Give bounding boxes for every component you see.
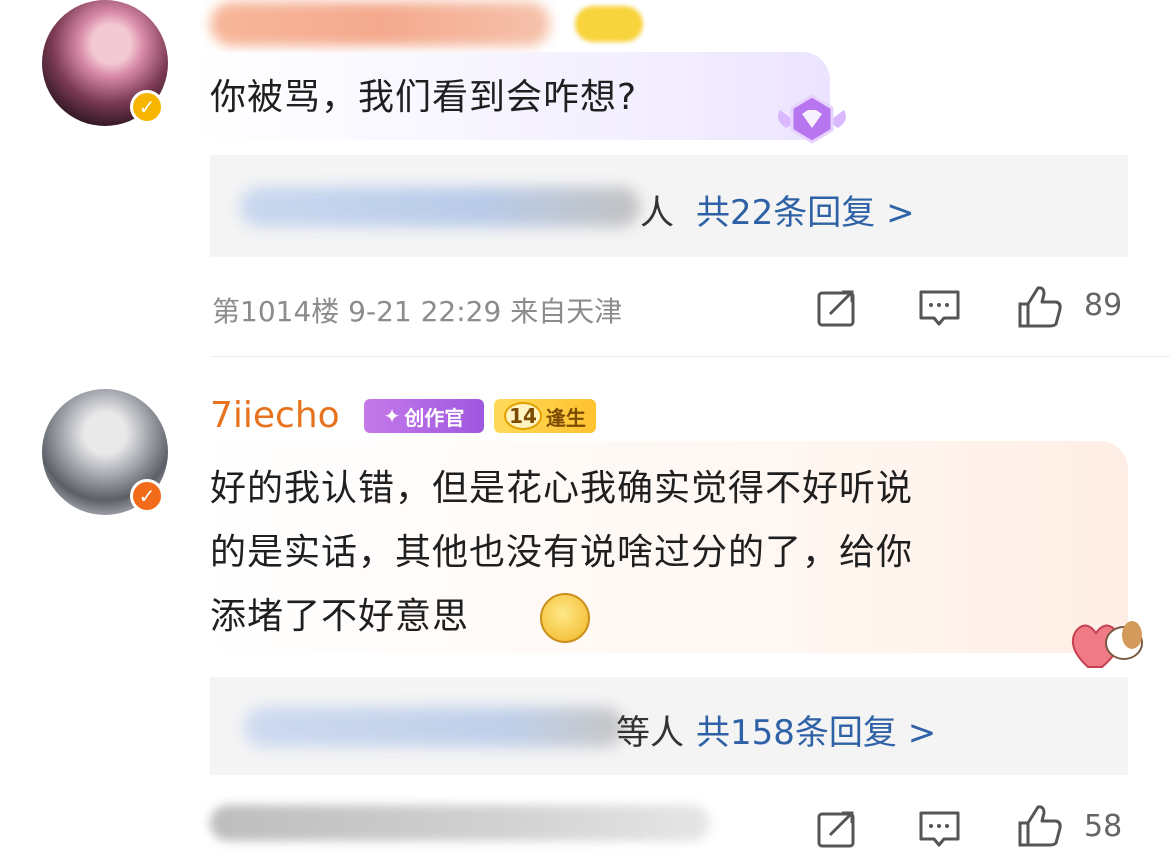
username-blurred[interactable] (210, 2, 550, 46)
share-icon[interactable] (816, 288, 860, 328)
level-badge-number: 14 (504, 402, 542, 430)
replies-preview[interactable]: 人 共22条回复 > (210, 155, 1128, 257)
diamond-badge-icon (778, 94, 846, 144)
comment-meta-blurred (210, 805, 710, 841)
thumbs-up-icon[interactable] (1016, 803, 1064, 849)
reply-authors-suffix: 人 (640, 193, 674, 233)
level-badge: 14 逢生 (494, 399, 596, 433)
thumbs-up-icon[interactable] (1016, 284, 1064, 330)
comment-text-line-3: 添堵了不好意思 (210, 596, 470, 637)
username[interactable]: 7iiecho (210, 395, 340, 436)
like-count: 89 (1084, 288, 1123, 323)
comment-text-line-1: 好的我认错，但是花心我确实觉得不好听说 (210, 468, 914, 509)
comment-icon[interactable] (918, 809, 962, 849)
reply-count-link[interactable]: 共158条回复 > (696, 705, 936, 754)
comment-meta: 第1014楼 9-21 22:29 来自天津 (212, 295, 623, 328)
verified-badge-icon: ✓ (130, 479, 164, 513)
level-badge-label: 逢生 (545, 405, 586, 430)
reply-count-link[interactable]: 共22条回复 > (696, 185, 915, 234)
comment-item: ✓ 你被骂，我们看到会咋想? 人 共22条回复 > 第1014楼 9-21 22… (0, 0, 1170, 360)
comment-item: ✓ 7iiecho ✦ 创作官 14 逢生 好的我认错，但是花心我确实觉得不好听… (0, 385, 1170, 853)
comment-text: 你被骂，我们看到会咋想? (210, 77, 638, 118)
rocket-icon: ✦ (383, 404, 401, 428)
reply-authors-blurred (240, 187, 640, 227)
creator-badge-label: 创作官 (404, 405, 465, 430)
comment-divider (210, 356, 1170, 357)
heart-dog-sticker-icon (1072, 621, 1143, 668)
comment-text-line-2: 的是实话，其他也没有说啥过分的了，给你 (210, 532, 914, 573)
share-icon[interactable] (816, 809, 860, 849)
comment-icon[interactable] (918, 288, 962, 328)
verified-badge-icon: ✓ (130, 90, 164, 124)
creator-badge: ✦ 创作官 (364, 399, 484, 433)
reply-authors-suffix: 等人 (616, 713, 684, 753)
replies-preview[interactable]: 等人 共158条回复 > (210, 677, 1128, 775)
reply-authors-blurred (244, 707, 624, 747)
emoji-icon (540, 593, 590, 643)
like-count: 58 (1084, 809, 1123, 844)
badge-blurred (575, 6, 643, 42)
